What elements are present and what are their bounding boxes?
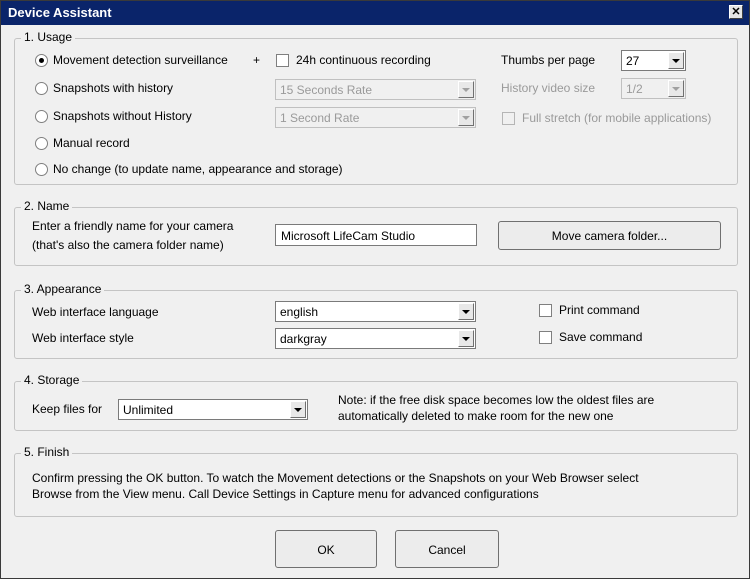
chevron-down-icon <box>458 330 474 347</box>
checkbox-24h-continuous-label: 24h continuous recording <box>296 53 431 67</box>
name-group: 2. Name Enter a friendly name for your c… <box>14 199 738 266</box>
storage-note-line2: automatically deleted to make room for t… <box>338 409 614 423</box>
rate-without-history-select[interactable]: 1 Second Rate <box>275 107 476 128</box>
radio-movement-detection-label: Movement detection surveillance <box>53 53 228 67</box>
close-icon[interactable]: ✕ <box>729 5 743 19</box>
history-video-size-value: 1/2 <box>626 82 643 96</box>
storage-note-line1: Note: if the free disk space becomes low… <box>338 393 655 407</box>
web-language-value: english <box>280 305 319 319</box>
checkbox-print-command[interactable] <box>539 304 552 317</box>
keep-files-value: Unlimited <box>123 403 174 417</box>
thumbs-per-page-label: Thumbs per page <box>501 53 596 67</box>
history-video-size-label: History video size <box>501 81 596 95</box>
rate-without-history-value: 1 Second Rate <box>280 111 360 125</box>
rate-with-history-select[interactable]: 15 Seconds Rate <box>275 79 476 100</box>
radio-manual-record[interactable] <box>35 137 48 150</box>
finish-group-title: 5. Finish <box>21 445 73 459</box>
cancel-button-label: Cancel <box>428 543 466 557</box>
checkbox-full-stretch[interactable] <box>502 112 515 125</box>
window-title: Device Assistant <box>8 5 112 20</box>
radio-snapshots-with-history[interactable] <box>35 82 48 95</box>
checkbox-save-command-label: Save command <box>559 330 643 344</box>
camera-name-value: Microsoft LifeCam Studio <box>281 229 416 243</box>
camera-name-input[interactable]: Microsoft LifeCam Studio <box>275 224 477 246</box>
checkbox-print-command-label: Print command <box>559 303 640 317</box>
camera-name-prompt-line2: (that's also the camera folder name) <box>32 238 224 252</box>
chevron-down-icon <box>668 80 684 97</box>
usage-group-title: 1. Usage <box>21 30 76 44</box>
thumbs-per-page-value: 27 <box>626 54 640 68</box>
chevron-down-icon <box>458 81 474 98</box>
usage-group: 1. Usage Movement detection surveillance… <box>14 30 738 185</box>
chevron-down-icon <box>458 303 474 320</box>
checkbox-full-stretch-label: Full stretch (for mobile applications) <box>522 111 712 125</box>
plus-sign: + <box>253 53 261 67</box>
keep-files-select[interactable]: Unlimited <box>118 399 308 420</box>
web-style-label: Web interface style <box>32 331 134 345</box>
rate-with-history-value: 15 Seconds Rate <box>280 83 373 97</box>
keep-files-label: Keep files for <box>32 402 103 416</box>
ok-button[interactable]: OK <box>275 530 377 568</box>
radio-no-change-label: No change (to update name, appearance an… <box>53 162 343 176</box>
radio-selected-dot <box>39 58 44 63</box>
radio-manual-record-label: Manual record <box>53 136 130 150</box>
device-assistant-dialog: Device Assistant ✕ 1. Usage Movement det… <box>0 0 750 579</box>
radio-movement-detection[interactable] <box>35 54 48 67</box>
web-language-label: Web interface language <box>32 305 159 319</box>
checkbox-24h-continuous[interactable] <box>276 54 289 67</box>
thumbs-per-page-select[interactable]: 27 <box>621 50 686 71</box>
web-style-value: darkgray <box>280 332 327 346</box>
radio-snapshots-with-history-label: Snapshots with history <box>53 81 174 95</box>
radio-snapshots-without-history[interactable] <box>35 110 48 123</box>
finish-group: 5. Finish Confirm pressing the OK button… <box>14 445 738 517</box>
finish-text-line1: Confirm pressing the OK button. To watch… <box>32 471 639 485</box>
camera-name-prompt-line1: Enter a friendly name for your camera <box>32 219 234 233</box>
radio-no-change[interactable] <box>35 163 48 176</box>
ok-button-label: OK <box>317 543 335 557</box>
web-style-select[interactable]: darkgray <box>275 328 476 349</box>
storage-group-title: 4. Storage <box>21 373 83 387</box>
move-camera-folder-button[interactable]: Move camera folder... <box>498 221 721 250</box>
chevron-down-icon <box>668 52 684 69</box>
history-video-size-select[interactable]: 1/2 <box>621 78 686 99</box>
radio-snapshots-without-history-label: Snapshots without History <box>53 109 192 123</box>
checkbox-save-command[interactable] <box>539 331 552 344</box>
appearance-group-title: 3. Appearance <box>21 282 105 296</box>
title-bar[interactable]: Device Assistant ✕ <box>1 1 749 25</box>
finish-text-line2: Browse from the View menu. Call Device S… <box>32 487 539 501</box>
storage-group: 4. Storage Keep files for Unlimited Note… <box>14 373 738 431</box>
move-camera-folder-label: Move camera folder... <box>551 229 668 243</box>
chevron-down-icon <box>290 401 306 418</box>
cancel-button[interactable]: Cancel <box>395 530 499 568</box>
appearance-group: 3. Appearance Web interface language eng… <box>14 282 738 359</box>
chevron-down-icon <box>458 109 474 126</box>
web-language-select[interactable]: english <box>275 301 476 322</box>
name-group-title: 2. Name <box>21 199 73 213</box>
